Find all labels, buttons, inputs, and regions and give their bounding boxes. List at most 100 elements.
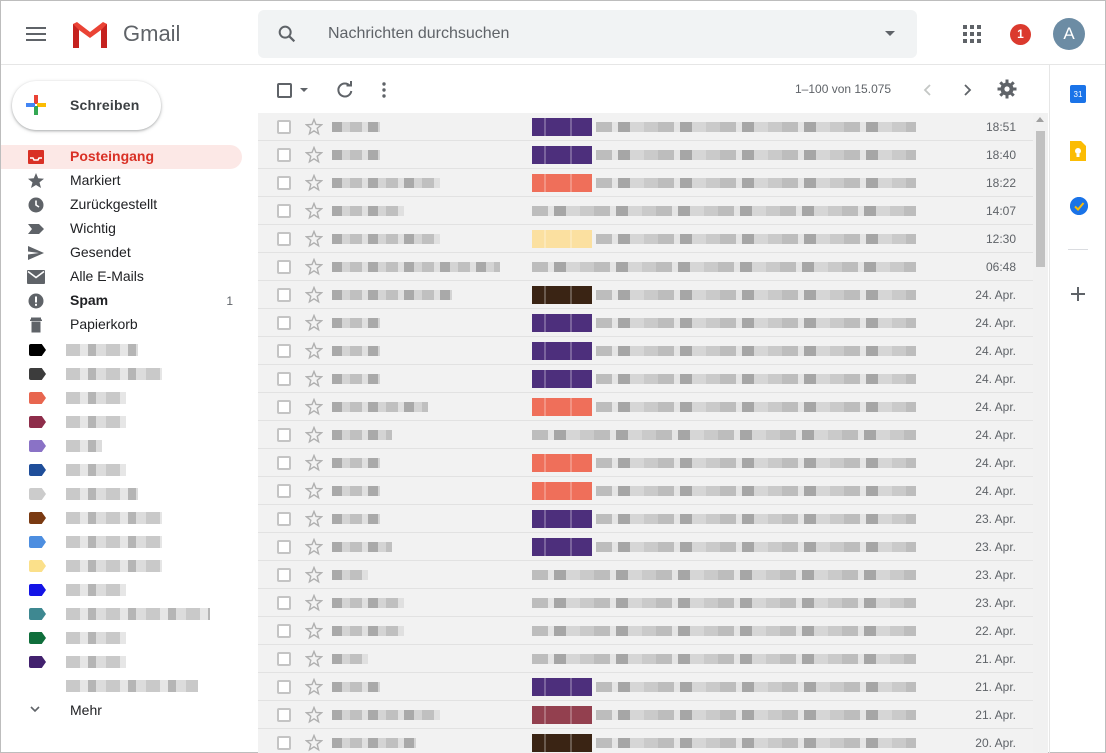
email-select-checkbox[interactable] — [277, 540, 291, 554]
keep-icon[interactable] — [1070, 141, 1086, 161]
account-avatar[interactable]: A — [1053, 18, 1085, 50]
sidebar-label-item[interactable] — [1, 481, 242, 505]
sidebar-item-starred[interactable]: Markiert — [1, 169, 242, 193]
star-outline-icon[interactable] — [305, 314, 323, 332]
sidebar-label-item[interactable] — [1, 433, 242, 457]
sidebar-label-item[interactable] — [1, 601, 242, 625]
gear-icon[interactable] — [997, 79, 1017, 99]
star-outline-icon[interactable] — [305, 734, 323, 752]
email-select-checkbox[interactable] — [277, 316, 291, 330]
email-row[interactable]: 24. Apr. — [258, 421, 1033, 449]
star-outline-icon[interactable] — [305, 650, 323, 668]
star-outline-icon[interactable] — [305, 398, 323, 416]
star-outline-icon[interactable] — [305, 370, 323, 388]
sidebar-label-item[interactable] — [1, 649, 242, 673]
email-select-checkbox[interactable] — [277, 680, 291, 694]
star-outline-icon[interactable] — [305, 482, 323, 500]
sidebar-item-snoozed[interactable]: Zurückgestellt — [1, 193, 242, 217]
apps-grid-icon[interactable] — [963, 25, 981, 43]
email-select-checkbox[interactable] — [277, 708, 291, 722]
email-list-scrollbar[interactable] — [1033, 113, 1048, 753]
email-select-checkbox[interactable] — [277, 596, 291, 610]
select-dropdown-icon[interactable] — [300, 88, 308, 92]
sidebar-item-sent[interactable]: Gesendet — [1, 241, 242, 265]
email-select-checkbox[interactable] — [277, 736, 291, 750]
search-icon[interactable] — [276, 23, 298, 45]
chevron-right-icon[interactable] — [959, 82, 975, 98]
refresh-icon[interactable] — [335, 80, 355, 100]
star-outline-icon[interactable] — [305, 258, 323, 276]
star-outline-icon[interactable] — [305, 678, 323, 696]
email-row[interactable]: 24. Apr. — [258, 281, 1033, 309]
main-menu-icon[interactable] — [26, 27, 46, 41]
star-outline-icon[interactable] — [305, 342, 323, 360]
email-row[interactable]: 18:22 — [258, 169, 1033, 197]
chevron-left-icon[interactable] — [920, 82, 936, 98]
sidebar-item-spam[interactable]: Spam 1 — [1, 289, 242, 313]
star-outline-icon[interactable] — [305, 146, 323, 164]
email-select-checkbox[interactable] — [277, 372, 291, 386]
email-row[interactable]: 24. Apr. — [258, 365, 1033, 393]
email-row[interactable]: 24. Apr. — [258, 337, 1033, 365]
star-outline-icon[interactable] — [305, 174, 323, 192]
email-select-checkbox[interactable] — [277, 148, 291, 162]
sidebar-label-item[interactable] — [1, 529, 242, 553]
email-row[interactable]: 21. Apr. — [258, 673, 1033, 701]
star-outline-icon[interactable] — [305, 118, 323, 136]
sidebar-label-item[interactable] — [1, 409, 242, 433]
email-select-checkbox[interactable] — [277, 484, 291, 498]
search-bar[interactable] — [258, 10, 917, 58]
email-select-checkbox[interactable] — [277, 344, 291, 358]
email-row[interactable]: 24. Apr. — [258, 449, 1033, 477]
sidebar-item-important[interactable]: Wichtig — [1, 217, 242, 241]
star-outline-icon[interactable] — [305, 454, 323, 472]
sidebar-item-all-mail[interactable]: Alle E-Mails — [1, 265, 242, 289]
star-outline-icon[interactable] — [305, 622, 323, 640]
email-select-checkbox[interactable] — [277, 176, 291, 190]
sidebar-item-inbox[interactable]: Posteingang — [1, 145, 242, 169]
sidebar-label-item[interactable] — [1, 505, 242, 529]
search-input[interactable] — [328, 24, 848, 44]
compose-button[interactable]: Schreiben — [12, 81, 161, 130]
sidebar-label-item[interactable] — [1, 553, 242, 577]
sidebar-label-item[interactable] — [1, 577, 242, 601]
email-row[interactable]: 24. Apr. — [258, 477, 1033, 505]
star-outline-icon[interactable] — [305, 510, 323, 528]
email-row[interactable]: 23. Apr. — [258, 533, 1033, 561]
email-row[interactable]: 21. Apr. — [258, 701, 1033, 729]
gmail-logo[interactable]: Gmail — [71, 19, 180, 49]
sidebar-more-button[interactable]: Mehr — [1, 699, 242, 723]
sidebar-item-trash[interactable]: Papierkorb — [1, 313, 242, 337]
email-select-checkbox[interactable] — [277, 428, 291, 442]
sidebar-label-item[interactable] — [1, 385, 242, 409]
email-row[interactable]: 18:40 — [258, 141, 1033, 169]
calendar-icon[interactable]: 31 — [1070, 85, 1086, 103]
email-row[interactable]: 23. Apr. — [258, 561, 1033, 589]
email-row[interactable]: 12:30 — [258, 225, 1033, 253]
sidebar-label-item[interactable] — [1, 673, 242, 697]
email-row[interactable]: 21. Apr. — [258, 645, 1033, 673]
email-select-checkbox[interactable] — [277, 512, 291, 526]
star-outline-icon[interactable] — [305, 706, 323, 724]
scrollbar-thumb[interactable] — [1036, 131, 1045, 267]
email-select-checkbox[interactable] — [277, 260, 291, 274]
star-outline-icon[interactable] — [305, 426, 323, 444]
star-outline-icon[interactable] — [305, 202, 323, 220]
more-options-icon[interactable] — [382, 82, 386, 98]
tasks-icon[interactable] — [1070, 197, 1088, 215]
star-outline-icon[interactable] — [305, 230, 323, 248]
add-addon-icon[interactable] — [1070, 286, 1086, 302]
email-select-checkbox[interactable] — [277, 624, 291, 638]
email-row[interactable]: 24. Apr. — [258, 309, 1033, 337]
email-row[interactable]: 20. Apr. — [258, 729, 1033, 753]
select-all-checkbox[interactable] — [277, 83, 292, 98]
email-select-checkbox[interactable] — [277, 288, 291, 302]
email-row[interactable]: 22. Apr. — [258, 617, 1033, 645]
sidebar-label-item[interactable] — [1, 361, 242, 385]
email-row[interactable]: 23. Apr. — [258, 589, 1033, 617]
search-options-dropdown-icon[interactable] — [885, 31, 895, 36]
scroll-up-arrow-icon[interactable] — [1036, 117, 1044, 122]
email-row[interactable]: 24. Apr. — [258, 393, 1033, 421]
email-select-checkbox[interactable] — [277, 456, 291, 470]
star-outline-icon[interactable] — [305, 286, 323, 304]
